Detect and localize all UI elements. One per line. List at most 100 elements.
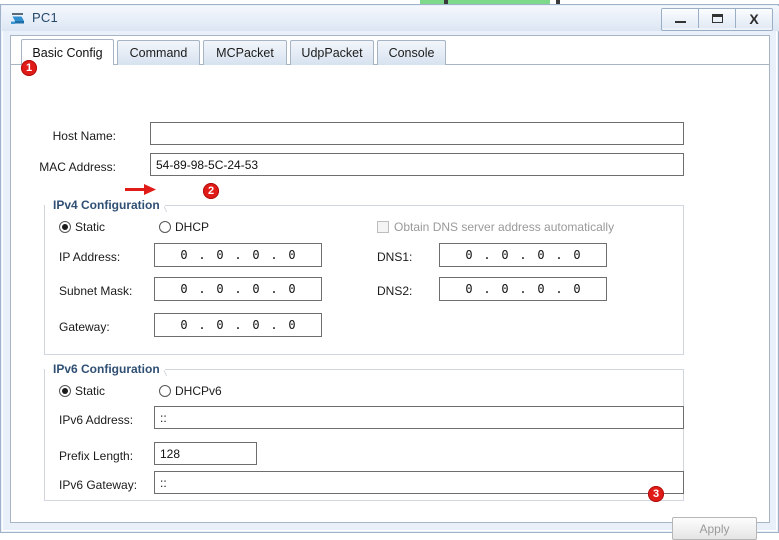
pc-device-icon	[10, 10, 28, 27]
ipv6-dhcpv6-radio-row[interactable]: DHCPv6	[159, 384, 222, 398]
ipv6-group-title: IPv6 Configuration	[49, 362, 164, 376]
annotation-arrow-to-dhcp	[125, 183, 157, 201]
subnet-mask-label: Subnet Mask:	[59, 284, 133, 298]
gateway-label: Gateway:	[59, 320, 110, 334]
ip-dot-3: .	[270, 248, 278, 262]
dns2-label: DNS2:	[377, 284, 413, 298]
prefix-length-label: Prefix Length:	[59, 449, 134, 463]
window-titlebar[interactable]: PC1 X	[2, 6, 779, 31]
annotation-badge-2: 2	[203, 183, 219, 199]
gateway-octet-1[interactable]: 0	[173, 318, 195, 332]
maximize-button[interactable]	[699, 9, 736, 28]
ipv6-gateway-input[interactable]: ::	[154, 471, 684, 494]
ipv6-static-radio[interactable]	[59, 385, 71, 397]
mask-octet-4[interactable]: 0	[281, 282, 303, 296]
ipv4-static-radio-row[interactable]: Static	[59, 220, 105, 234]
obtain-dns-automatically-checkbox[interactable]	[377, 221, 389, 233]
dns1-dot-1: .	[483, 248, 491, 262]
tab-mcpacket-label: MCPacket	[216, 46, 274, 60]
gateway-dot-2: .	[234, 318, 242, 332]
dns2-octet-3[interactable]: 0	[530, 282, 552, 296]
tab-udppacket[interactable]: UdpPacket	[290, 40, 374, 65]
dns2-dot-3: .	[555, 282, 563, 296]
maximize-icon	[711, 14, 723, 23]
tab-basic-config[interactable]: Basic Config	[21, 39, 114, 65]
ipv4-static-label: Static	[75, 220, 106, 234]
ip-octet-4[interactable]: 0	[281, 248, 303, 262]
ipv6-static-radio-row[interactable]: Static	[59, 384, 105, 398]
dns1-octet-3[interactable]: 0	[530, 248, 552, 262]
ipv4-static-radio[interactable]	[59, 221, 71, 233]
mac-address-label: MAC Address:	[39, 160, 116, 174]
minimize-button[interactable]	[662, 9, 699, 28]
ip-dot-2: .	[234, 248, 242, 262]
tab-console-label: Console	[388, 46, 435, 60]
gateway-input[interactable]: 0 . 0 . 0 . 0	[154, 313, 322, 337]
tab-mcpacket[interactable]: MCPacket	[203, 40, 287, 65]
dns2-dot-2: .	[519, 282, 527, 296]
dns1-label: DNS1:	[377, 250, 413, 264]
ipv6-address-label: IPv6 Address:	[59, 413, 134, 427]
dns1-input[interactable]: 0 . 0 . 0 . 0	[439, 243, 607, 267]
ipv6-dhcpv6-label: DHCPv6	[175, 384, 222, 398]
ipv4-dhcp-radio[interactable]	[159, 221, 171, 233]
ip-address-label: IP Address:	[59, 250, 121, 264]
gateway-dot-3: .	[270, 318, 278, 332]
dns1-octet-2[interactable]: 0	[494, 248, 516, 262]
window-client-area: Basic Config Command MCPacket UdpPacket …	[10, 35, 770, 540]
ipv6-gateway-label: IPv6 Gateway:	[59, 478, 138, 492]
ip-octet-1[interactable]: 0	[173, 248, 195, 262]
close-button[interactable]: X	[736, 9, 772, 28]
host-name-label: Host Name:	[52, 129, 116, 143]
ipv6-address-input[interactable]: ::	[154, 406, 684, 429]
mask-octet-2[interactable]: 0	[209, 282, 231, 296]
dns2-octet-2[interactable]: 0	[494, 282, 516, 296]
dns2-octet-1[interactable]: 0	[458, 282, 480, 296]
ipv6-static-label: Static	[75, 384, 106, 398]
apply-button[interactable]: Apply	[672, 517, 757, 540]
window-controls: X	[661, 8, 773, 31]
tab-console[interactable]: Console	[377, 40, 446, 65]
gateway-octet-4[interactable]: 0	[281, 318, 303, 332]
dns2-input[interactable]: 0 . 0 . 0 . 0	[439, 277, 607, 301]
annotation-badge-1: 1	[21, 60, 37, 76]
mask-dot-2: .	[234, 282, 242, 296]
pc1-window: PC1 X Basic Config Command MCPacket UdpP…	[0, 4, 779, 540]
ip-dot-1: .	[198, 248, 206, 262]
tab-basic-config-label: Basic Config	[32, 45, 103, 60]
tab-command-label: Command	[129, 46, 188, 60]
ip-address-input[interactable]: 0 . 0 . 0 . 0	[154, 243, 322, 267]
host-name-input[interactable]	[150, 122, 684, 145]
annotation-badge-3: 3	[648, 486, 664, 502]
mask-octet-1[interactable]: 0	[173, 282, 195, 296]
window-title: PC1	[32, 10, 58, 25]
tab-udppacket-label: UdpPacket	[301, 46, 363, 60]
close-icon: X	[749, 10, 759, 27]
ip-octet-2[interactable]: 0	[209, 248, 231, 262]
dns2-octet-4[interactable]: 0	[566, 282, 588, 296]
mask-dot-3: .	[270, 282, 278, 296]
minimize-icon	[674, 21, 686, 23]
subnet-mask-input[interactable]: 0 . 0 . 0 . 0	[154, 277, 322, 301]
mask-octet-3[interactable]: 0	[245, 282, 267, 296]
obtain-dns-automatically-checkbox-row[interactable]: Obtain DNS server address automatically	[377, 220, 614, 234]
desktop-background: PC1 X Basic Config Command MCPacket UdpP…	[0, 0, 779, 540]
ipv4-dhcp-label: DHCP	[175, 220, 210, 234]
ipv4-dhcp-radio-row[interactable]: DHCP	[159, 220, 209, 234]
dns1-dot-3: .	[555, 248, 563, 262]
tab-strip: Basic Config Command MCPacket UdpPacket …	[11, 36, 769, 65]
tab-command[interactable]: Command	[117, 40, 200, 65]
dns1-octet-4[interactable]: 0	[566, 248, 588, 262]
mask-dot-1: .	[198, 282, 206, 296]
gateway-octet-2[interactable]: 0	[209, 318, 231, 332]
basic-config-form: Host Name: MAC Address: 54-89-98-5C-24-5…	[11, 65, 769, 540]
prefix-length-input[interactable]: 128	[154, 442, 257, 465]
gateway-octet-3[interactable]: 0	[245, 318, 267, 332]
ipv6-dhcpv6-radio[interactable]	[159, 385, 171, 397]
dns1-octet-1[interactable]: 0	[458, 248, 480, 262]
gateway-dot-1: .	[198, 318, 206, 332]
ip-octet-3[interactable]: 0	[245, 248, 267, 262]
dns1-dot-2: .	[519, 248, 527, 262]
obtain-dns-automatically-label: Obtain DNS server address automatically	[394, 220, 615, 234]
mac-address-input[interactable]: 54-89-98-5C-24-53	[150, 153, 684, 176]
